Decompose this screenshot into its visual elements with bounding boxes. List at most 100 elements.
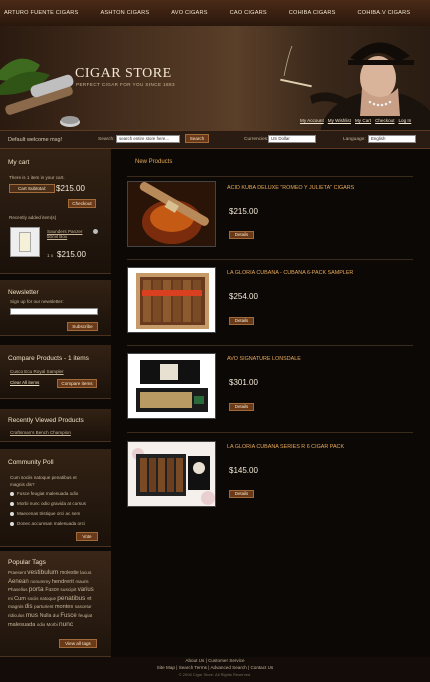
nav-item[interactable]: ASHTON CIGARS bbox=[100, 10, 149, 16]
currency-select[interactable]: US Dollar bbox=[268, 135, 316, 143]
cart-item-thumb[interactable] bbox=[10, 227, 40, 257]
poll-option[interactable]: Morbi nunc odio gravida at cursus bbox=[10, 501, 86, 506]
nav-item[interactable]: COHIBA CIGARS bbox=[289, 10, 336, 16]
newsletter-block: Newsletter Sign up for our newsletter: S… bbox=[0, 280, 111, 336]
cart-item-name[interactable]: Saunders Panzer 50mil Box bbox=[47, 229, 87, 239]
login-link[interactable]: Log In bbox=[398, 118, 411, 123]
my-cart-link[interactable]: My Cart bbox=[355, 118, 371, 123]
product-image[interactable] bbox=[127, 181, 216, 247]
newsletter-label: Sign up for our newsletter: bbox=[10, 299, 64, 304]
nav-item[interactable]: CAO CIGARS bbox=[230, 10, 267, 16]
tag-link[interactable]: et bbox=[87, 596, 91, 602]
tag-cloud: Praesent vestibulum molestie lacus Aenea… bbox=[8, 569, 100, 629]
product-details-button[interactable]: Details bbox=[229, 403, 254, 411]
product-name[interactable]: ACID KUBA DELUXE "ROMEO Y JULIETA" CIGAR… bbox=[227, 185, 354, 191]
copyright: © 2008 Cigar Store. All Rights Reserved. bbox=[178, 672, 252, 677]
tag-link[interactable]: natoque bbox=[40, 596, 58, 601]
tag-link[interactable]: vestibulum bbox=[27, 569, 60, 576]
tag-link[interactable]: lacus bbox=[80, 571, 91, 576]
tag-link[interactable]: nascetur bbox=[75, 604, 92, 609]
divider bbox=[127, 345, 413, 346]
store-brand: CIGAR STORE bbox=[75, 66, 172, 81]
tag-link[interactable]: mus bbox=[26, 612, 40, 619]
my-wishlist-link[interactable]: My Wishlist bbox=[328, 118, 351, 123]
tag-link[interactable]: parturient bbox=[34, 604, 55, 609]
poll-option[interactable]: Fusce feugiat malesuada odio bbox=[10, 491, 78, 496]
tag-link[interactable]: nonummy bbox=[30, 579, 51, 584]
site-map-link[interactable]: Site Map bbox=[157, 665, 175, 670]
product-name[interactable]: LA GLORIA CUBANA - CUBANA 6-PACK SAMPLER bbox=[227, 270, 353, 276]
search-button[interactable]: Search bbox=[185, 134, 209, 143]
recently-viewed-item[interactable]: Craftsman's Bench Champion bbox=[10, 430, 71, 435]
product-details-button[interactable]: Details bbox=[229, 231, 254, 239]
tag-link[interactable]: suscipit bbox=[60, 588, 77, 593]
poll-block: Community Poll Cum sociis natoque penati… bbox=[0, 449, 111, 547]
cart-subtotal: $215.00 bbox=[56, 184, 85, 193]
checkout-link[interactable]: Checkout bbox=[375, 118, 394, 123]
recently-viewed-block: Recently Viewed Products Craftsman's Ben… bbox=[0, 409, 111, 442]
tag-link[interactable]: Cum bbox=[14, 596, 27, 602]
compare-item[interactable]: Cusco Ecu Royal Sampler bbox=[10, 369, 64, 374]
product-image[interactable] bbox=[127, 441, 216, 507]
store-tagline: PERFECT CIGAR FOR YOU SINCE 1883 bbox=[76, 82, 175, 87]
tag-link[interactable]: nunc bbox=[59, 621, 73, 628]
subscribe-button[interactable]: Subscribe bbox=[67, 322, 98, 331]
tag-link[interactable]: malesuada bbox=[8, 622, 37, 628]
divider bbox=[127, 432, 413, 433]
tag-link[interactable]: magnis bbox=[8, 605, 25, 610]
newsletter-email-input[interactable] bbox=[10, 308, 98, 315]
search-input[interactable]: search entire store here... bbox=[116, 135, 180, 143]
customer-service-link[interactable]: Customer Service bbox=[208, 658, 245, 663]
footer-row-2: Site Map | Search Terms | Advanced Searc… bbox=[156, 665, 274, 670]
nav-item[interactable]: ARTURO FUENTE CIGARS bbox=[4, 10, 78, 16]
remove-item-icon[interactable] bbox=[93, 229, 98, 234]
tag-link[interactable]: varius bbox=[78, 587, 94, 593]
tag-link[interactable]: feugiat bbox=[78, 613, 92, 618]
view-all-tags-button[interactable]: View all tags bbox=[59, 639, 97, 648]
compare-button[interactable]: Compare items bbox=[57, 379, 97, 388]
about-us-link[interactable]: About Us bbox=[185, 658, 204, 663]
tag-link[interactable]: Fusce bbox=[45, 587, 60, 593]
recently-viewed-title: Recently Viewed Products bbox=[8, 417, 84, 424]
my-account-link[interactable]: My Account bbox=[300, 118, 324, 123]
main-content: New Products ACID KUBA DELUXE "ROMEO Y J… bbox=[111, 149, 430, 657]
advanced-search-link[interactable]: Advanced Search bbox=[210, 665, 246, 670]
nav-item[interactable]: AVO CIGARS bbox=[171, 10, 207, 16]
nav-item[interactable]: COHIBA.V CIGARS bbox=[358, 10, 411, 16]
product-price: $301.00 bbox=[229, 378, 258, 387]
tag-link[interactable]: dis bbox=[25, 604, 34, 610]
product-details-button[interactable]: Details bbox=[229, 490, 254, 498]
banner: CIGAR STORE PERFECT CIGAR FOR YOU SINCE … bbox=[0, 26, 430, 130]
checkout-button[interactable]: Checkout bbox=[68, 199, 96, 208]
tag-link[interactable]: Aenean bbox=[8, 579, 30, 585]
poll-option[interactable]: Donec accumsan malesuada orci bbox=[10, 521, 85, 526]
poll-option[interactable]: Maecenas tristique orci ac sem bbox=[10, 511, 80, 516]
tag-link[interactable]: montes bbox=[55, 604, 75, 610]
tag-link[interactable]: penatibus bbox=[57, 595, 87, 602]
tag-link[interactable]: ridiculus bbox=[8, 613, 26, 618]
tags-title: Popular Tags bbox=[8, 559, 46, 566]
tag-link[interactable]: mauris bbox=[75, 579, 88, 584]
tag-link[interactable]: Fusce bbox=[60, 613, 78, 619]
search-terms-link[interactable]: Search Terms bbox=[179, 665, 207, 670]
tag-link[interactable]: Nulla bbox=[40, 613, 53, 619]
tag-link[interactable]: porta bbox=[29, 586, 46, 593]
language-select[interactable]: English bbox=[368, 135, 416, 143]
tag-link[interactable]: Morbi bbox=[46, 622, 59, 627]
tag-link[interactable]: Phasellus bbox=[8, 587, 29, 592]
product-image[interactable] bbox=[127, 267, 216, 333]
contact-us-link[interactable]: Contact Us bbox=[250, 665, 273, 670]
cart-summary: There is 1 item in your cart. bbox=[9, 175, 65, 180]
product-name[interactable]: LA GLORIA CUBANA SERIES R 6 CIGAR PACK bbox=[227, 444, 344, 450]
compare-title: Compare Products - 1 items bbox=[8, 355, 89, 362]
product-name[interactable]: AVO SIGNATURE LONSDALE bbox=[227, 356, 301, 362]
product-image[interactable] bbox=[127, 353, 216, 419]
product-details-button[interactable]: Details bbox=[229, 317, 254, 325]
tag-link[interactable]: Praesent bbox=[8, 570, 27, 575]
vote-button[interactable]: Vote bbox=[76, 532, 98, 541]
tag-link[interactable]: molestie bbox=[60, 570, 80, 576]
tag-link[interactable]: hendrerit bbox=[52, 579, 76, 585]
language-label: Language: bbox=[343, 137, 366, 142]
tag-link[interactable]: sociis bbox=[28, 596, 40, 601]
clear-all-link[interactable]: Clear All items bbox=[10, 380, 39, 385]
